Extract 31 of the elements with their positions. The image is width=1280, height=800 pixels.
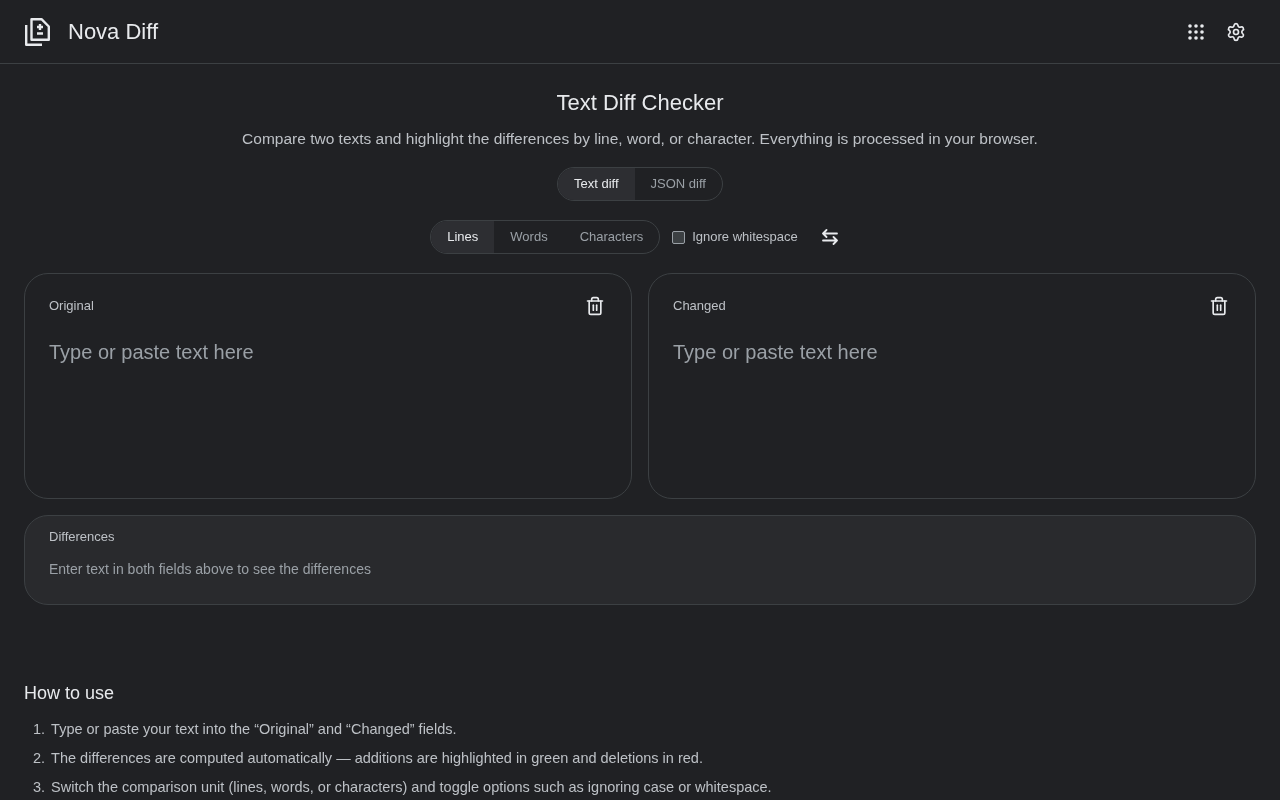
- step-number: 2.: [33, 749, 46, 768]
- panel-label: Differences: [49, 528, 116, 546]
- text-editor[interactable]: Changed Type or paste text here: [648, 273, 1256, 499]
- section-heading: How to use: [24, 682, 116, 705]
- checkbox-label: Ignore whitespace: [692, 228, 798, 247]
- segment-tab[interactable]: Text diff: [558, 168, 635, 200]
- segment-tab[interactable]: Words: [494, 221, 564, 253]
- text-input-field[interactable]: Type or paste text here: [49, 338, 607, 482]
- app-title: Nova Diff: [68, 18, 159, 46]
- editor-label: Changed: [673, 297, 726, 316]
- text-input-field[interactable]: Type or paste text here: [673, 338, 1231, 482]
- page-title: Text Diff Checker: [555, 89, 725, 117]
- trash-icon: [585, 296, 605, 316]
- checkbox[interactable]: [672, 230, 686, 244]
- swap-arrows-icon: [820, 229, 839, 245]
- segment-tab[interactable]: Characters: [563, 221, 660, 253]
- segment-tab[interactable]: JSON diff: [634, 168, 722, 200]
- editor-label: Original: [49, 297, 94, 316]
- document-diff-icon: [24, 16, 52, 47]
- text-editor[interactable]: Original Type or paste text here: [24, 273, 632, 499]
- empty-message: Enter text in both fields above to see the differences: [49, 560, 372, 579]
- grid-icon: [1188, 23, 1204, 40]
- step-number: 1.: [33, 720, 46, 739]
- step-text: Type or paste your text into the “Original” and “Changed” fields.: [51, 720, 457, 739]
- step-text: The differences are computed automatically — additions are highlighted in green and deletions in red.: [51, 749, 703, 768]
- page-subtitle: Compare two texts and highlight the differences by line, word, or character. Everything is processed in your browser.: [241, 129, 1039, 149]
- step-number: 3.: [33, 778, 46, 797]
- step-text: Switch the comparison unit (lines, words, or characters) and toggle options such as ignoring case or whitespace.: [51, 778, 772, 797]
- segment-tab[interactable]: Lines: [431, 221, 495, 253]
- settings-icon: [1226, 21, 1246, 42]
- trash-icon: [1209, 296, 1229, 316]
